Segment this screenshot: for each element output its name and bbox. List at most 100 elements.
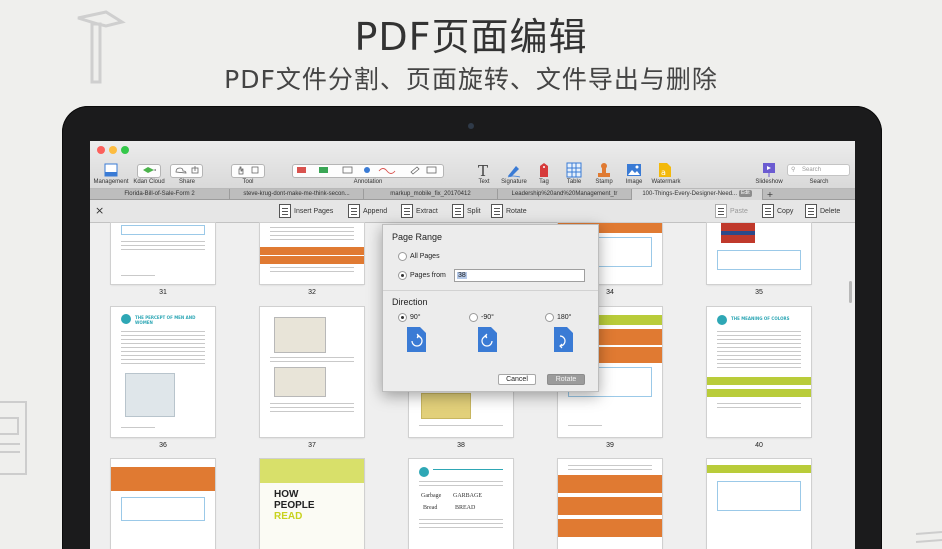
pages-from-input[interactable]: 38 [454,269,585,282]
search-label: Search [809,179,829,185]
pages-from-radio[interactable] [398,271,407,280]
watermark-icon[interactable]: a [658,162,672,178]
slideshow-label: Slideshow [755,179,783,185]
app-window: Management Kdan Cloud Share Tool Annotat… [90,141,855,549]
delete-button[interactable]: Delete [805,204,840,220]
rotate-clockwise-icon[interactable] [406,326,427,353]
page-thumbnail[interactable]: HOW PEOPLE READ [260,459,364,549]
text-label: Text [478,179,490,185]
tab-100-things-label: 100-Things-Every-Designer-Need... [642,191,738,197]
document-icon [0,401,27,475]
share-label: Share [178,179,195,185]
page-number: 39 [606,442,614,449]
rotate-button[interactable]: Rotate [491,204,527,220]
hand-pointer-icon [238,166,259,175]
insert-pages-button[interactable]: Insert Pages [279,204,333,220]
rotate-90-label: 90° [410,314,421,321]
slideshow-icon[interactable] [762,162,776,178]
extract-button[interactable]: Extract [401,204,438,220]
zoom-window-button[interactable] [121,146,129,154]
annotation-label: Annotation [353,179,383,185]
append-icon [348,204,360,219]
rotate-confirm-button[interactable]: Rotate [547,374,585,385]
rotate-180-radio[interactable] [545,313,554,322]
table-icon[interactable] [566,162,582,178]
page-thumbnail[interactable] [558,459,662,549]
image-icon[interactable] [626,163,642,177]
rotate-pages-dialog: Page Range All Pages Pages from 38 Direc… [382,224,599,392]
page-thumbnail[interactable] [707,459,811,549]
sample-bread-caps: BREAD [455,505,476,511]
callout-box [121,225,205,235]
copy-label: Copy [777,208,794,215]
text-icon[interactable]: T [477,162,491,178]
map-image [274,317,326,353]
page-thumbnail[interactable]: Garbage GARBAGE Bread BREAD [409,459,513,549]
tab-steve-krug[interactable]: steve-krug-dont-make-me-think-secon... [230,189,364,200]
cancel-button[interactable]: Cancel [498,374,536,385]
page-thumbnail[interactable]: THE MEANING OF COLORS [707,307,811,437]
orange-band [260,247,364,255]
add-tab-button[interactable]: + [763,189,777,200]
share-button[interactable] [170,164,203,178]
share-icon [175,166,198,174]
management-icon[interactable] [104,163,118,177]
signature-icon[interactable] [506,162,522,178]
tab-100-things[interactable]: 100-Things-Every-Designer-Need... Edit [632,189,763,200]
orange-band [260,256,364,264]
close-edit-button[interactable]: × [95,204,104,217]
title-how: HOW [274,489,299,500]
pages-from-label: Pages from [410,272,446,279]
search-input[interactable]: Search [787,164,850,176]
chapter-badge [419,467,429,477]
rotate-counterclockwise-icon[interactable] [477,326,498,353]
tool-label: Tool [242,179,254,185]
page-number: 38 [457,442,465,449]
search-icon: ⚲ [791,166,796,173]
title-people: PEOPLE [274,500,315,511]
page-thumbnail[interactable] [260,223,364,284]
insert-pages-label: Insert Pages [294,208,334,215]
document-tabs: Florida-Bill-of-Sale-Form 2 steve-krug-d… [90,189,855,200]
paste-label: Paste [730,208,748,215]
direction-title: Direction [392,297,428,307]
page-number: 32 [308,289,316,296]
delete-label: Delete [820,208,841,215]
how-people-read-title: HOW PEOPLE READ [274,489,316,522]
split-button[interactable]: Split [452,204,481,220]
toolbar: Management Kdan Cloud Share Tool Annotat… [90,141,855,189]
annotation-tools[interactable] [292,164,444,178]
tab-leadership[interactable]: Leadership%20and%20Management_tr [498,189,632,200]
callout-box [717,481,801,511]
tag-icon[interactable] [538,162,550,178]
tool-button[interactable] [231,164,265,178]
rotate-neg90-radio[interactable] [469,313,478,322]
rotate-180-icon[interactable] [553,326,574,353]
append-button[interactable]: Append [348,204,387,220]
page-thumbnail[interactable] [111,459,215,549]
chapter-badge [717,315,727,325]
sample-garbage: Garbage [421,493,442,499]
all-pages-radio[interactable] [398,252,407,261]
page-thumbnail[interactable] [111,223,215,284]
green-band [707,389,811,397]
copy-button[interactable]: Copy [762,204,793,220]
page-thumbnail[interactable] [707,223,811,284]
annotation-icons [297,166,437,175]
tab-florida-bill[interactable]: Florida-Bill-of-Sale-Form 2 [90,189,230,200]
page-thumbnail[interactable] [260,307,364,437]
minimize-window-button[interactable] [109,146,117,154]
paste-button[interactable]: Paste [715,204,748,220]
page-number: 40 [755,442,763,449]
page-thumbnail[interactable]: THE PERCEPT OF MEN AND WOMEN [111,307,215,437]
green-header [260,459,364,483]
stamp-icon[interactable] [597,162,611,178]
vertical-scrollbar[interactable] [849,281,852,303]
kdan-cloud-icon [143,167,156,173]
close-window-button[interactable] [97,146,105,154]
kdan-cloud-button[interactable] [137,164,161,178]
page-subheadline: PDF文件分割、页面旋转、文件导出与删除 [224,65,718,94]
chapter-badge [121,314,131,324]
rotate-90-radio[interactable] [398,313,407,322]
tab-markup-mobile[interactable]: markup_mobile_fix_20170412 [364,189,498,200]
